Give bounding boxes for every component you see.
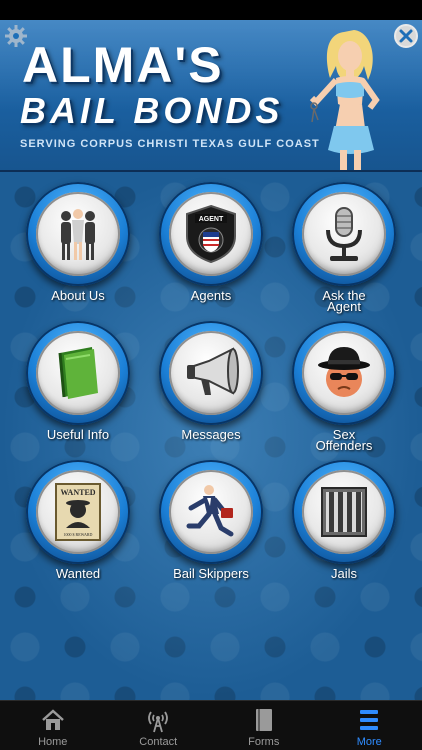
button-ring (292, 182, 396, 286)
button-face (302, 331, 386, 415)
tab-home-label: Home (38, 736, 68, 748)
close-icon (399, 29, 413, 43)
megaphone-icon (187, 347, 239, 395)
wanted-poster-reward: 1000 $ REWARD (64, 532, 93, 537)
agents-label: Agents (190, 288, 232, 303)
useful-info-label: Useful Info (46, 427, 110, 442)
button-ring (292, 321, 396, 425)
ask-the-agent-label-line2: Agent (327, 299, 361, 314)
jails-button[interactable]: Jails (279, 452, 409, 592)
wanted-button[interactable]: WANTED 1000 $ REWARD Wanted (13, 452, 143, 592)
running-man-icon (186, 485, 234, 537)
button-face (36, 192, 120, 276)
menu-lines-icon (360, 710, 379, 730)
button-ring (159, 460, 263, 564)
button-ring (292, 460, 396, 564)
radio-tower-icon (148, 711, 169, 733)
button-face (302, 192, 386, 276)
about-us-button[interactable]: About Us (13, 174, 143, 314)
book-forms-icon (255, 709, 272, 731)
button-face: WANTED 1000 $ REWARD (36, 470, 120, 554)
tab-home[interactable]: Home (0, 701, 106, 750)
button-ring (159, 321, 263, 425)
tab-more-label: More (356, 736, 382, 748)
sex-offenders-label: Sex Offenders (279, 428, 409, 453)
useful-info-button[interactable]: Useful Info (13, 313, 143, 453)
wanted-label: Wanted (55, 566, 101, 581)
brand-title: ALMA'S (22, 37, 224, 93)
bail-skippers-button[interactable]: Bail Skippers (146, 452, 276, 592)
close-button[interactable] (394, 24, 418, 48)
jail-bars-icon (321, 487, 367, 537)
brand-subtitle: BAIL BONDS (20, 90, 284, 131)
messages-label: Messages (181, 427, 241, 442)
menu-grid: About Us AGENT Agents Ask the Agent Usef… (0, 172, 422, 700)
jails-label: Jails (330, 566, 357, 581)
team-people-icon (61, 209, 95, 260)
tab-more[interactable]: More (317, 701, 422, 750)
agents-button[interactable]: AGENT Agents (146, 174, 276, 314)
button-face (36, 331, 120, 415)
app-header: ALMA'S BAIL BONDS SERVING CORPUS CHRISTI… (0, 20, 422, 172)
button-ring (26, 182, 130, 286)
about-us-label: About Us (51, 288, 105, 303)
button-face (169, 470, 253, 554)
tab-bar: Home Contact Forms More (0, 700, 422, 750)
microphone-icon (326, 207, 362, 261)
sex-offenders-label-line2: Offenders (315, 438, 373, 453)
sex-offenders-button[interactable]: Sex Offenders (279, 313, 409, 453)
button-ring: WANTED 1000 $ REWARD (26, 460, 130, 564)
brand-tagline: SERVING CORPUS CHRISTI TEXAS GULF COAST (20, 138, 320, 150)
wanted-poster-icon: WANTED 1000 $ REWARD (55, 483, 101, 541)
button-ring (26, 321, 130, 425)
messages-button[interactable]: Messages (146, 313, 276, 453)
button-face (302, 470, 386, 554)
book-icon (58, 347, 98, 399)
agent-badge-icon: AGENT (186, 204, 236, 264)
button-face: AGENT (169, 192, 253, 276)
button-ring: AGENT (159, 182, 263, 286)
ask-the-agent-label: Ask the Agent (279, 289, 409, 314)
tab-forms[interactable]: Forms (211, 701, 317, 750)
button-face (169, 331, 253, 415)
agent-badge-text: AGENT (199, 216, 224, 223)
tab-forms-label: Forms (248, 736, 280, 748)
spy-face-icon (318, 347, 370, 397)
wanted-poster-title: WANTED (60, 488, 95, 497)
home-icon (41, 709, 64, 730)
status-bar (0, 0, 422, 20)
tab-contact-label: Contact (139, 736, 178, 748)
bail-skippers-label: Bail Skippers (173, 566, 249, 581)
mascot-illustration (309, 30, 380, 170)
ask-the-agent-button[interactable]: Ask the Agent (279, 174, 409, 314)
tab-contact[interactable]: Contact (106, 701, 212, 750)
